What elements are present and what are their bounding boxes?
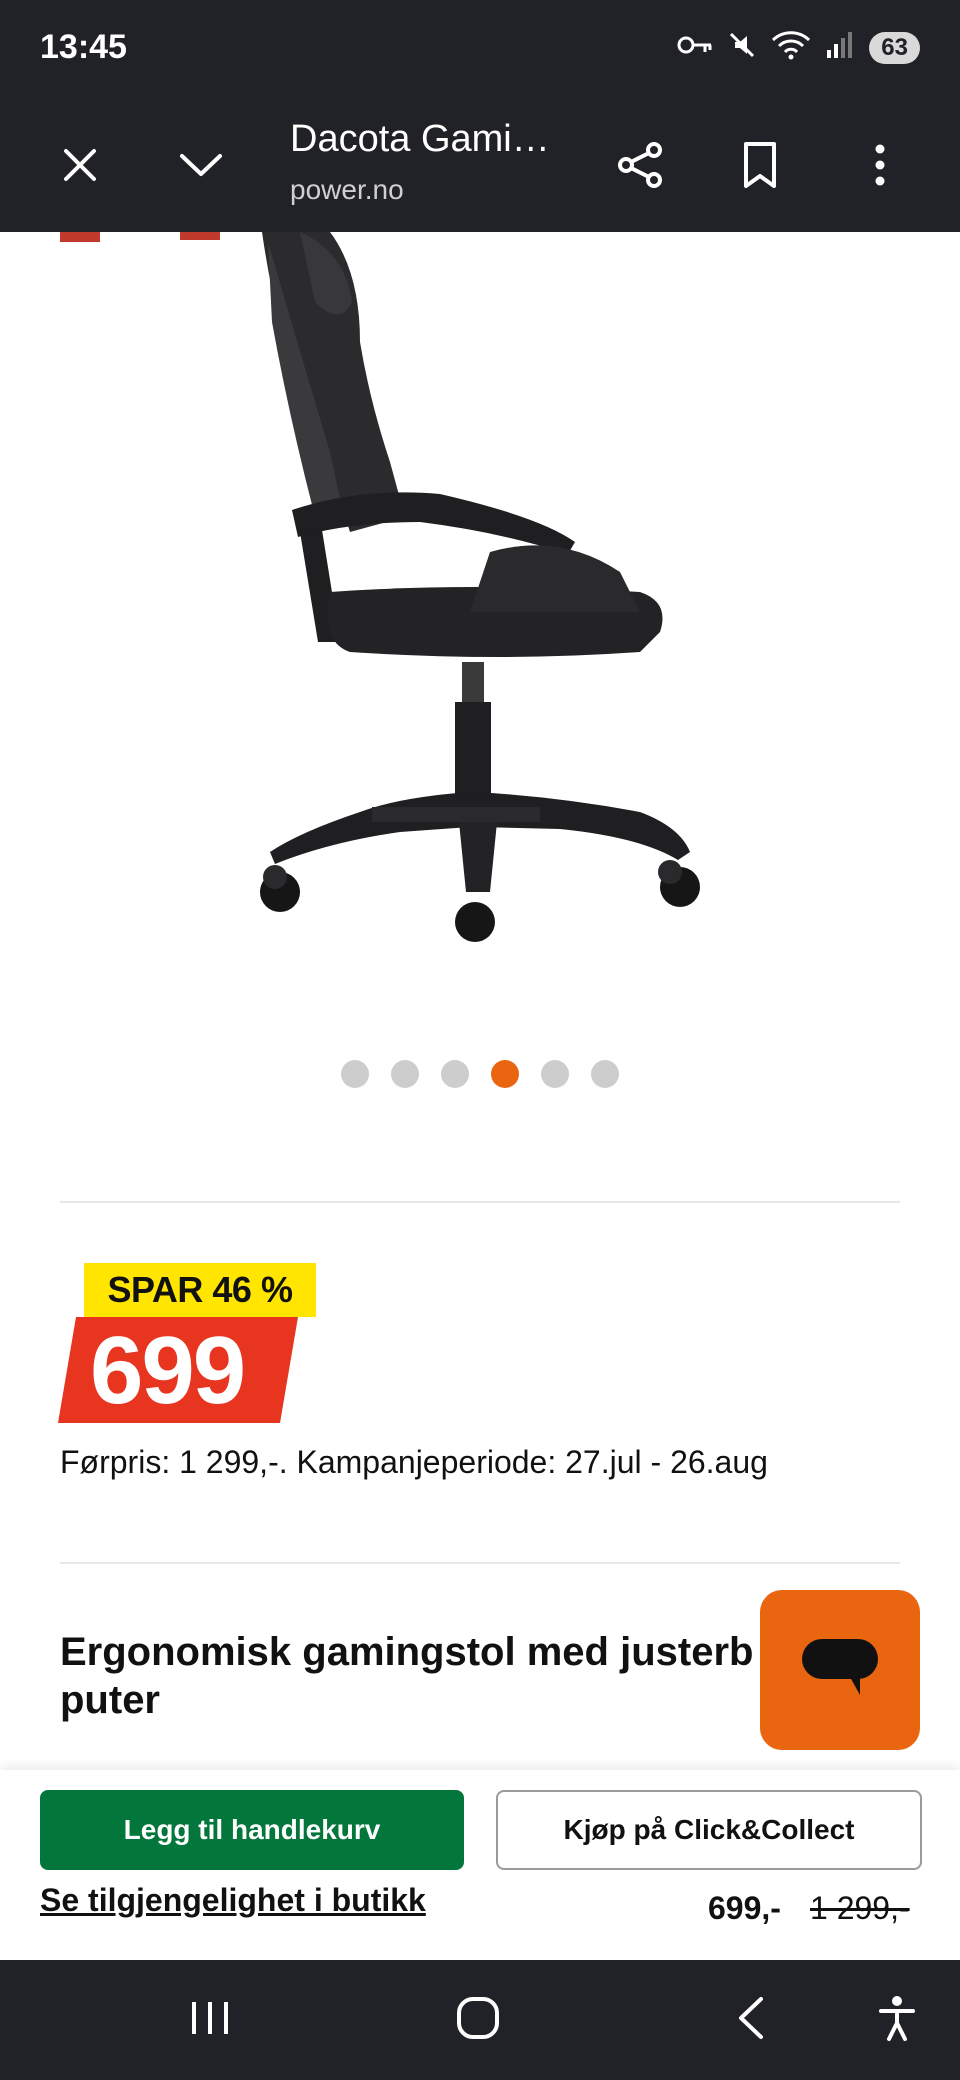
carousel-dot[interactable] [391,1060,419,1088]
home-button[interactable] [443,1990,513,2050]
product-headline: Ergonomisk gamingstol med justerb puter [60,1630,754,1722]
product-image[interactable] [0,232,960,1012]
home-icon [455,1995,501,2046]
accessibility-icon [877,1995,917,2046]
share-button[interactable] [606,132,676,202]
battery-indicator: 63 [869,31,920,64]
bar-price: 699,- [708,1890,781,1926]
discount-badge: SPAR 46 % [84,1263,316,1317]
carousel-dot[interactable] [441,1060,469,1088]
divider [60,1562,900,1564]
more-options-button[interactable] [845,132,915,202]
recents-icon [188,1998,232,2043]
sale-price: 699 [90,1317,246,1424]
chat-icon [800,1633,880,1708]
previous-price-info: Førpris: 1 299,-. Kampanjeperiode: 27.ju… [60,1444,768,1480]
browser-toolbar: Dacota Gami… power.no [0,102,960,232]
page-title[interactable]: Dacota Gami… [290,118,550,161]
back-button[interactable] [715,1990,785,2050]
bookmark-icon [740,140,780,195]
divider [60,1201,900,1203]
status-icons: 63 [677,30,920,65]
status-time: 13:45 [40,28,127,66]
wifi-icon [771,30,811,65]
bar-old-price: 1 299,- [810,1890,910,1926]
carousel-dot[interactable] [591,1060,619,1088]
system-nav-bar [0,1960,960,2080]
page-url[interactable]: power.no [290,174,404,206]
bookmark-button[interactable] [725,132,795,202]
status-bar: 13:45 63 [0,0,960,102]
sticky-purchase-bar: Legg til handlekurv Kjøp på Click&Collec… [0,1770,960,1960]
store-availability-link[interactable]: Se tilgjengelighet i butikk [40,1882,426,1919]
add-to-cart-button[interactable]: Legg til handlekurv [40,1790,464,1870]
accessibility-button[interactable] [862,1990,932,2050]
mute-icon [727,30,757,65]
carousel-dot-active[interactable] [491,1060,519,1088]
recents-button[interactable] [175,1990,245,2050]
share-icon [616,140,666,195]
more-vert-icon [873,143,887,192]
expand-button[interactable] [166,132,236,202]
click-collect-button[interactable]: Kjøp på Click&Collect [496,1790,922,1870]
close-icon [60,145,100,190]
carousel-dot[interactable] [341,1060,369,1088]
chevron-down-icon [178,150,224,185]
close-button[interactable] [45,132,115,202]
signal-icon [825,30,855,65]
gaming-chair-illustration [60,232,700,942]
back-icon [735,1995,765,2046]
vpn-key-icon [677,33,713,62]
carousel-indicator[interactable] [0,1060,960,1088]
chat-button[interactable] [760,1590,920,1750]
carousel-dot[interactable] [541,1060,569,1088]
